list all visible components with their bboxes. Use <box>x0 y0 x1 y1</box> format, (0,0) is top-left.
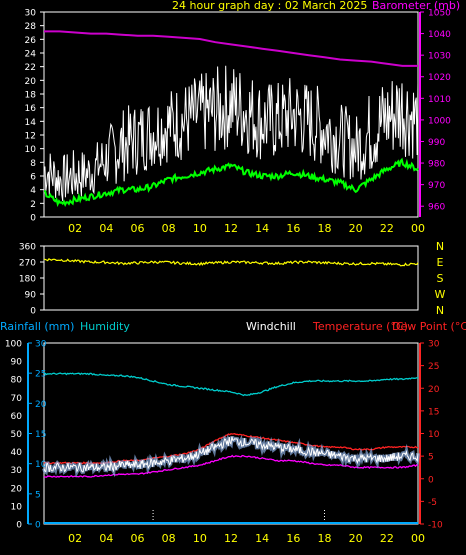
bottom-x-tick-label: 10 <box>193 532 207 545</box>
wind-tick-label: 26 <box>25 36 37 46</box>
barometer-tick-label: 1010 <box>428 95 451 105</box>
weather-graph: Windspeed (mph) 24 hour graph day : 02 M… <box>0 0 466 555</box>
rain-tick-label: 0 <box>35 521 41 531</box>
top-x-tick-label: 22 <box>380 222 394 235</box>
top-x-tick-label: 16 <box>286 222 300 235</box>
bottom-x-tick-label: 16 <box>286 532 300 545</box>
wind-tick-label: 6 <box>30 173 36 183</box>
top-x-tick-label: 08 <box>162 222 176 235</box>
top-x-tick-label: 06 <box>131 222 145 235</box>
temperature-tick-label: 0 <box>428 475 434 485</box>
humidity-tick-label: 100 <box>5 340 22 350</box>
wind-tick-label: 0 <box>30 214 36 224</box>
wind-tick-label: 4 <box>30 186 36 196</box>
top-x-tick-label: 18 <box>318 222 332 235</box>
wind-tick-label: 24 <box>25 50 37 60</box>
rain-tick-label: 20 <box>35 400 47 410</box>
bottom-x-tick-label: 20 <box>349 532 363 545</box>
humidity-tick-label: 30 <box>11 466 23 476</box>
top-x-tick-label: 02 <box>68 222 82 235</box>
wind-tick-label: 20 <box>25 77 37 87</box>
wind-gust-series <box>43 65 419 201</box>
barometer-series <box>44 30 418 67</box>
top-x-tick-label: 04 <box>99 222 113 235</box>
compass-label: S <box>437 272 444 285</box>
temperature-tick-label: 10 <box>428 430 440 440</box>
bottom-x-tick-label: 18 <box>318 532 332 545</box>
bottom-x-tick-label: 08 <box>162 532 176 545</box>
barometer-tick-label: 1050 <box>428 9 451 19</box>
humidity-series <box>43 372 418 397</box>
wind-tick-label: 2 <box>30 200 36 210</box>
direction-plot-frame <box>43 245 419 311</box>
compass-label: N <box>436 304 444 317</box>
humidity-tick-label: 0 <box>16 521 22 531</box>
humidity-tick-label: 80 <box>11 376 23 386</box>
wind-direction-series <box>43 257 419 267</box>
temperature-tick-label: 15 <box>428 407 439 417</box>
temperature-tick-label: 20 <box>428 385 440 395</box>
wind-tick-label: 8 <box>30 159 36 169</box>
rain-tick-label: 25 <box>35 370 46 380</box>
barometer-tick-label: 1030 <box>428 52 451 62</box>
barometer-tick-label: 1020 <box>428 73 451 83</box>
top-x-tick-label: 10 <box>193 222 207 235</box>
temperature-tick-label: -5 <box>428 498 437 508</box>
barometer-tick-label: 1000 <box>428 116 451 126</box>
direction-tick-label: 360 <box>19 243 36 253</box>
top-x-tick-label: 12 <box>224 222 238 235</box>
humidity-tick-label: 90 <box>11 358 23 368</box>
bottom-x-tick-label: 14 <box>255 532 269 545</box>
rain-tick-label: 30 <box>35 340 47 350</box>
compass-label: W <box>435 288 446 301</box>
top-x-tick-label: 00 <box>411 222 425 235</box>
bottom-x-tick-label: 22 <box>380 532 394 545</box>
temperature-tick-label: 30 <box>428 340 440 350</box>
compass-label: N <box>436 240 444 253</box>
direction-tick-label: 90 <box>25 291 37 301</box>
compass-label: E <box>437 256 444 269</box>
barometer-tick-label: 960 <box>428 203 445 213</box>
wind-tick-label: 22 <box>25 63 36 73</box>
wind-tick-label: 18 <box>25 91 37 101</box>
humidity-tick-label: 50 <box>11 430 23 440</box>
direction-tick-label: 180 <box>19 275 36 285</box>
bottom-x-tick-label: 06 <box>131 532 145 545</box>
wind-tick-label: 10 <box>25 145 37 155</box>
humidity-tick-label: 10 <box>11 502 23 512</box>
humidity-tick-label: 70 <box>11 394 23 404</box>
wind-tick-label: 28 <box>25 22 37 32</box>
barometer-tick-label: 1040 <box>428 30 451 40</box>
wind-tick-label: 30 <box>25 9 37 19</box>
temperature-tick-label: 25 <box>428 362 439 372</box>
direction-tick-label: 0 <box>30 307 36 317</box>
rain-tick-label: 15 <box>35 430 46 440</box>
bottom-x-tick-label: 12 <box>224 532 238 545</box>
bottom-x-tick-label: 04 <box>99 532 113 545</box>
barometer-tick-label: 970 <box>428 181 445 191</box>
wind-tick-label: 16 <box>25 104 37 114</box>
bottom-x-tick-label: 00 <box>411 532 425 545</box>
direction-tick-label: 270 <box>19 259 36 269</box>
barometer-tick-label: 980 <box>428 160 445 170</box>
bottom-x-tick-label: 02 <box>68 532 82 545</box>
top-x-tick-label: 14 <box>255 222 269 235</box>
charts-svg: 0246810121416182022242628309609709809901… <box>5 9 451 546</box>
humidity-tick-label: 20 <box>11 484 23 494</box>
temperature-tick-label: 5 <box>428 453 434 463</box>
top-x-tick-label: 20 <box>349 222 363 235</box>
wind-tick-label: 14 <box>25 118 37 128</box>
temperature-tick-label: -10 <box>428 521 443 531</box>
rain-tick-label: 5 <box>35 490 41 500</box>
wind-tick-label: 12 <box>25 132 36 142</box>
humidity-tick-label: 60 <box>11 412 23 422</box>
humidity-tick-label: 40 <box>11 448 23 458</box>
barometer-tick-label: 990 <box>428 138 445 148</box>
